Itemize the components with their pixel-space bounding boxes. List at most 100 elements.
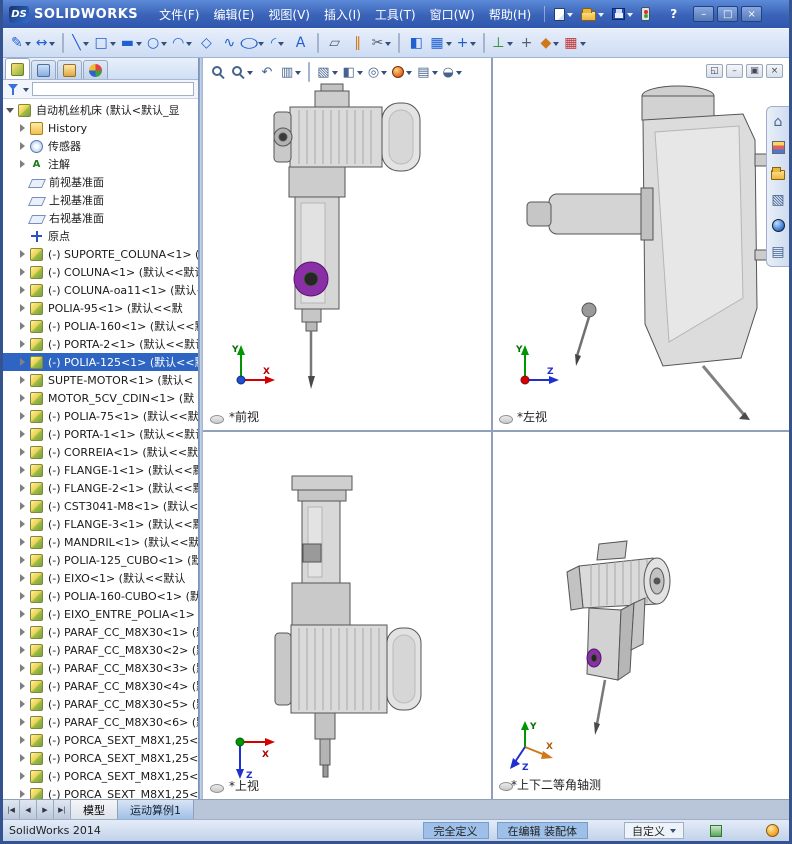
tree-item[interactable]: (-) PORTA-1<1> (默认<<默认 — [3, 425, 198, 443]
save-button[interactable] — [609, 4, 636, 24]
tree-item[interactable]: 原点 — [3, 227, 198, 245]
expander-icon[interactable] — [18, 789, 28, 799]
doc-close-button[interactable]: × — [766, 64, 783, 78]
spline-button[interactable]: ∿ — [218, 31, 240, 55]
expander-icon[interactable] — [18, 753, 28, 763]
tab-motion-study[interactable]: 运动算例1 — [118, 800, 194, 819]
expander-icon[interactable] — [18, 645, 28, 655]
tree-item[interactable]: (-) FLANGE-1<1> (默认<<默 — [3, 461, 198, 479]
expander-icon[interactable] — [18, 357, 28, 367]
expander-icon[interactable] — [18, 717, 28, 727]
tree-item[interactable]: (-) PARAF_CC_M8X30<1> (默 — [3, 623, 198, 641]
grid-settings-button[interactable]: ▦ — [562, 31, 587, 55]
expander-icon[interactable] — [18, 483, 28, 493]
menu-view[interactable]: 视图(V) — [261, 3, 317, 26]
expander-icon[interactable] — [18, 249, 28, 259]
expander-icon[interactable] — [18, 699, 28, 709]
convert-entities-button[interactable]: ▱ — [324, 31, 346, 55]
view-settings-button[interactable]: ◒ — [441, 60, 464, 84]
custom-properties-tab[interactable]: ▤ — [769, 242, 788, 261]
sketch-fillet-button[interactable]: ◜ — [267, 31, 289, 55]
open-button[interactable] — [578, 4, 607, 24]
viewport-horizontal-divider[interactable] — [203, 430, 789, 432]
expander-icon[interactable] — [18, 735, 28, 745]
doc-tile-button[interactable]: ◱ — [706, 64, 723, 78]
rectangle-button[interactable]: □ — [92, 31, 117, 55]
menu-window[interactable]: 窗口(W) — [423, 3, 482, 26]
tree-item[interactable]: (-) COLUNA-oa11<1> (默认< — [3, 281, 198, 299]
filter-input[interactable] — [32, 82, 194, 96]
tree-item[interactable]: 传感器 — [3, 137, 198, 155]
tree-item[interactable]: POLIA-95<1> (默认<<默 — [3, 299, 198, 317]
repair-sketch-button[interactable]: + — [516, 31, 538, 55]
tree-item[interactable]: (-) PARAF_CC_M8X30<3> (默 — [3, 659, 198, 677]
expander-icon[interactable] — [18, 555, 28, 565]
expander-icon[interactable] — [18, 429, 28, 439]
tree-item[interactable]: (-) PARAF_CC_M8X30<4> (默 — [3, 677, 198, 695]
expander-icon[interactable] — [18, 321, 28, 331]
viewport-isometric[interactable]: Y X Z *上下二等角轴测 — [493, 432, 789, 799]
close-button[interactable]: × — [741, 6, 763, 22]
section-view-button[interactable]: ▥ — [279, 60, 303, 84]
expander-icon[interactable] — [18, 681, 28, 691]
menu-insert[interactable]: 插入(I) — [317, 3, 368, 26]
expander-icon[interactable] — [18, 537, 28, 547]
tree-item[interactable]: 上视基准面 — [3, 191, 198, 209]
new-button[interactable] — [551, 4, 576, 24]
expander-icon[interactable] — [18, 159, 28, 169]
menu-file[interactable]: 文件(F) — [152, 3, 206, 26]
tree-item[interactable]: (-) MANDRIL<1> (默认<<默 — [3, 533, 198, 551]
tree-item[interactable]: (-) POLIA-75<1> (默认<<默 — [3, 407, 198, 425]
tree-item[interactable]: (-) COLUNA<1> (默认<<默认 — [3, 263, 198, 281]
menu-help[interactable]: 帮助(H) — [482, 3, 538, 26]
tree-item[interactable]: (-) POLIA-160<1> (默认<<默 — [3, 317, 198, 335]
quick-snaps-button[interactable]: ◆ — [539, 31, 562, 55]
tree-item[interactable]: (-) PORCA_SEXT_M8X1,25< — [3, 731, 198, 749]
minimize-button[interactable]: – — [693, 6, 715, 22]
featuremanager-tab[interactable] — [5, 58, 30, 79]
zoom-to-area-button[interactable] — [230, 60, 255, 84]
tab-model[interactable]: 模型 — [71, 800, 118, 819]
tree-item[interactable]: (-) PORCA_SEXT_M8X1,25< — [3, 767, 198, 785]
apply-scene-button[interactable]: ▤ — [415, 60, 439, 84]
edit-appearance-button[interactable] — [390, 60, 414, 84]
tree-item[interactable]: (-) POLIA-125<1> (默认<<默 — [3, 353, 198, 371]
expander-icon[interactable] — [6, 105, 16, 115]
offset-entities-button[interactable]: ∥ — [347, 31, 369, 55]
tree-item[interactable]: 右视基准面 — [3, 209, 198, 227]
expander-icon[interactable] — [18, 303, 28, 313]
expander-icon[interactable] — [18, 609, 28, 619]
arc-button[interactable]: ◠ — [170, 31, 194, 55]
quick-tip-icon[interactable] — [766, 824, 779, 837]
expander-icon[interactable] — [18, 141, 28, 151]
status-options-icon[interactable] — [710, 824, 722, 837]
previous-view-button[interactable]: ↶ — [256, 60, 278, 84]
expander-icon[interactable] — [18, 339, 28, 349]
tree-item[interactable]: (-) SUPORTE_COLUNA<1> (默 — [3, 245, 198, 263]
expander-icon[interactable] — [18, 123, 28, 133]
help-button[interactable]: ? — [663, 7, 684, 21]
expander-icon[interactable] — [18, 519, 28, 529]
sketch-button[interactable]: ✎ — [9, 31, 33, 55]
expander-icon[interactable] — [18, 465, 28, 475]
viewport-left[interactable]: Y Z *左视 — [493, 58, 789, 430]
appearances-tab[interactable] — [769, 216, 788, 235]
expander-icon[interactable] — [18, 573, 28, 583]
polygon-button[interactable]: ◇ — [195, 31, 217, 55]
expander-icon[interactable] — [18, 447, 28, 457]
expander-icon[interactable] — [18, 771, 28, 781]
menu-edit[interactable]: 编辑(E) — [206, 3, 261, 26]
scroll-last-button[interactable]: ▶| — [54, 800, 71, 819]
tree-item[interactable]: (-) POLIA-125_CUBO<1> (默 — [3, 551, 198, 569]
viewport-vertical-divider[interactable] — [491, 58, 493, 799]
tree-item[interactable]: (-) CST3041-M8<1> (默认< — [3, 497, 198, 515]
expander-icon[interactable] — [18, 591, 28, 601]
linear-pattern-button[interactable]: ▦ — [428, 31, 453, 55]
tree-item[interactable]: (-) FLANGE-3<1> (默认<<默 — [3, 515, 198, 533]
design-library-tab[interactable] — [769, 138, 788, 157]
maximize-button[interactable]: □ — [717, 6, 739, 22]
mirror-entities-button[interactable]: ◧ — [405, 31, 427, 55]
doc-minimize-button[interactable]: – — [726, 64, 743, 78]
display-style-button[interactable]: ◧ — [341, 60, 365, 84]
circle-button[interactable]: ○ — [145, 31, 169, 55]
